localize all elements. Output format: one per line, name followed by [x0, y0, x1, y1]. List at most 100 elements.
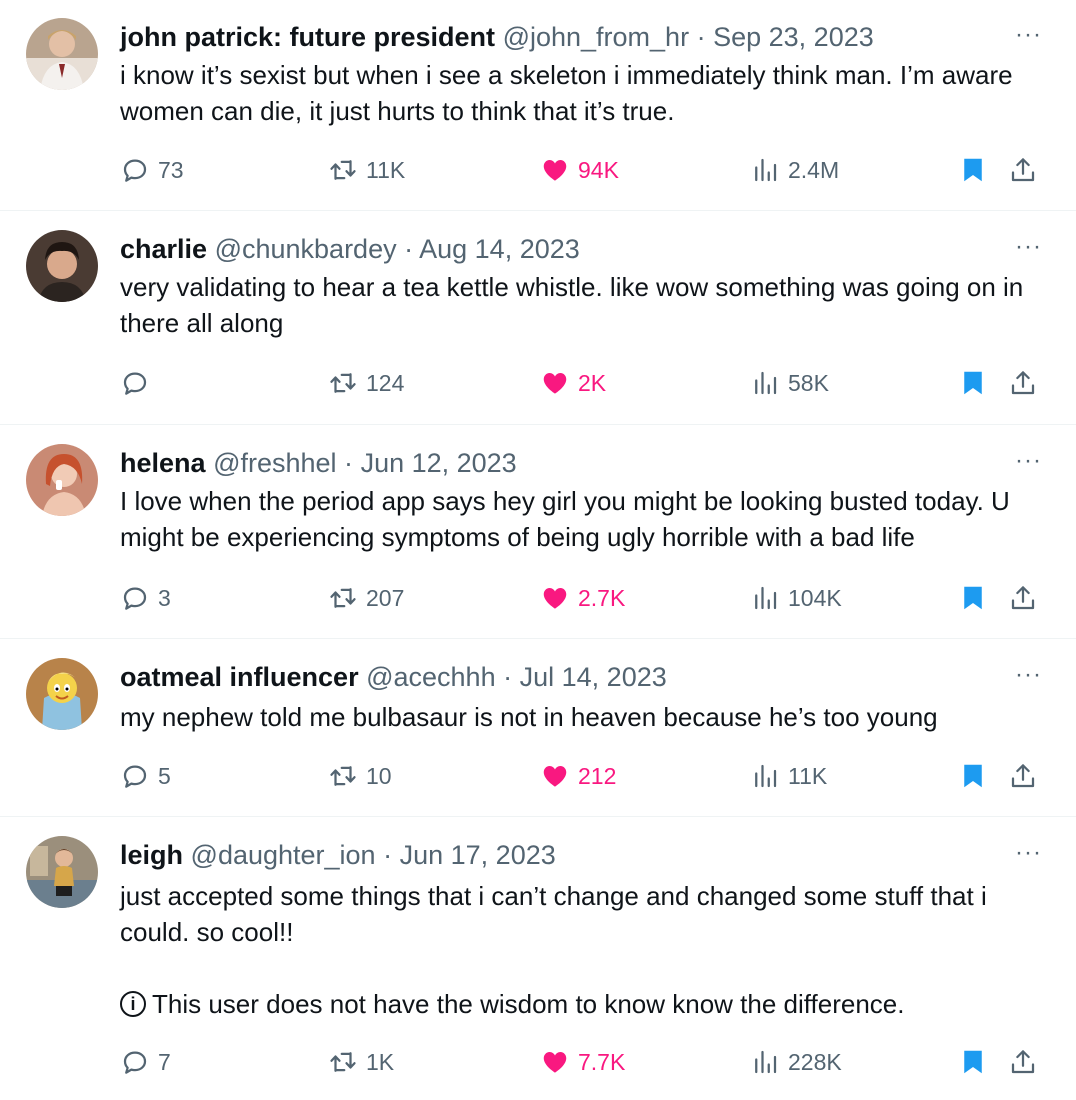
bookmark-filled-icon [964, 158, 982, 182]
share-button[interactable] [1008, 1044, 1038, 1080]
share-upload-icon [1011, 586, 1035, 610]
more-dots-icon[interactable]: ··· [1015, 660, 1042, 690]
tweet-actions: 3 207 2.7K 104K [120, 580, 1046, 616]
view-count: 2.4M [788, 156, 840, 183]
tweet[interactable]: john patrick: future president @john_fro… [0, 0, 1076, 211]
retweet-button[interactable]: 1K [328, 1044, 394, 1080]
reply-button[interactable]: 3 [120, 580, 171, 616]
views-button[interactable]: 2.4M [750, 152, 839, 188]
bookmark-button[interactable] [958, 758, 988, 794]
like-button[interactable]: 2.7K [540, 580, 625, 616]
retweet-arrows-icon [330, 160, 356, 180]
reply-button[interactable] [120, 365, 158, 401]
like-button[interactable]: 7.7K [540, 1044, 625, 1080]
share-upload-icon [1011, 1050, 1035, 1074]
avatar[interactable] [26, 230, 98, 302]
reply-count: 5 [158, 762, 171, 789]
more-dots-icon[interactable]: ··· [1015, 20, 1042, 50]
avatar[interactable] [26, 658, 98, 730]
tweet[interactable]: helena @freshhel · Jun 12, 2023 ··· I lo… [0, 426, 1076, 639]
tweet-body: very validating to hear a tea kettle whi… [120, 272, 1031, 338]
separator-dot: · [696, 22, 706, 52]
avatar[interactable] [26, 18, 98, 90]
tweet-body: my nephew told me bulbasaur is not in he… [120, 702, 938, 732]
bookmark-filled-icon [964, 764, 982, 788]
tweet-body: just accepted some things that i can’t c… [120, 881, 994, 947]
retweet-arrows-icon [330, 373, 356, 393]
views-button[interactable]: 58K [750, 365, 829, 401]
retweet-button[interactable]: 124 [328, 365, 404, 401]
avatar[interactable] [26, 444, 98, 516]
like-button[interactable]: 2K [540, 365, 606, 401]
timeline-feed: john patrick: future president @john_fro… [0, 0, 1076, 1100]
like-button[interactable]: 212 [540, 758, 616, 794]
retweet-count: 207 [366, 584, 405, 611]
like-count: 94K [578, 156, 619, 183]
heart-filled-icon [543, 766, 567, 787]
tweet-text: i know it’s sexist but when i see a skel… [120, 57, 1046, 129]
like-button[interactable]: 94K [540, 152, 619, 188]
views-button[interactable]: 228K [750, 1044, 842, 1080]
speech-bubble-icon [123, 1051, 147, 1074]
share-button[interactable] [1008, 580, 1038, 616]
tweet[interactable]: charlie @chunkbardey · Aug 14, 2023 ··· … [0, 212, 1076, 425]
display-name[interactable]: leigh [120, 840, 183, 870]
bookmark-button[interactable] [958, 365, 988, 401]
share-button[interactable] [1008, 152, 1038, 188]
retweet-arrows-icon [330, 1052, 356, 1072]
tweet[interactable]: oatmeal influencer @acechhh · Jul 14, 20… [0, 640, 1076, 817]
retweet-button[interactable]: 10 [328, 758, 392, 794]
display-name[interactable]: helena [120, 448, 206, 478]
separator-dot: · [503, 662, 513, 692]
view-count: 104K [788, 584, 842, 611]
separator-dot: · [383, 840, 393, 870]
display-name[interactable]: john patrick: future president [120, 22, 495, 52]
like-count: 7.7K [578, 1048, 626, 1075]
tweet-actions: 7 1K 7.7K 228K [120, 1044, 1046, 1080]
bookmark-button[interactable] [958, 152, 988, 188]
reply-button[interactable]: 5 [120, 758, 171, 794]
retweet-button[interactable]: 11K [328, 152, 405, 188]
retweet-button[interactable]: 207 [328, 580, 404, 616]
more-dots-icon[interactable]: ··· [1015, 446, 1042, 476]
retweet-arrows-icon [330, 766, 356, 786]
tweet-date[interactable]: Jun 17, 2023 [400, 840, 556, 870]
tweet-text: very validating to hear a tea kettle whi… [120, 269, 1046, 341]
share-button[interactable] [1008, 365, 1038, 401]
bookmark-button[interactable] [958, 1044, 988, 1080]
display-name[interactable]: oatmeal influencer [120, 662, 359, 692]
tweet-date[interactable]: Aug 14, 2023 [419, 234, 580, 264]
user-handle[interactable]: @acechhh [366, 662, 496, 692]
tweet-header: leigh @daughter_ion · Jun 17, 2023 [120, 838, 1016, 872]
avatar[interactable] [26, 836, 98, 908]
user-handle[interactable]: @chunkbardey [215, 234, 397, 264]
share-button[interactable] [1008, 758, 1038, 794]
tweet-actions: 5 10 212 11K [120, 758, 1046, 794]
bookmark-filled-icon [964, 1050, 982, 1074]
tweet-date[interactable]: Jun 12, 2023 [361, 448, 517, 478]
views-button[interactable]: 104K [750, 580, 842, 616]
user-handle[interactable]: @freshhel [213, 448, 336, 478]
view-count: 58K [788, 369, 829, 396]
bookmark-button[interactable] [958, 580, 988, 616]
bar-chart-icon [755, 1050, 777, 1074]
display-name[interactable]: charlie [120, 234, 207, 264]
tweet[interactable]: leigh @daughter_ion · Jun 17, 2023 ··· j… [0, 818, 1076, 1100]
reply-count: 3 [158, 584, 171, 611]
reply-button[interactable]: 7 [120, 1044, 171, 1080]
note-text: This user does not have the wisdom to kn… [152, 989, 905, 1019]
heart-filled-icon [543, 588, 567, 609]
view-count: 11K [788, 762, 828, 789]
bookmark-filled-icon [964, 586, 982, 610]
user-handle[interactable]: @daughter_ion [191, 840, 376, 870]
tweet-text: just accepted some things that i can’t c… [120, 878, 1046, 1022]
views-button[interactable]: 11K [750, 758, 827, 794]
more-dots-icon[interactable]: ··· [1015, 838, 1042, 868]
user-handle[interactable]: @john_from_hr [503, 22, 690, 52]
tweet-date[interactable]: Jul 14, 2023 [520, 662, 667, 692]
retweet-count: 11K [366, 156, 406, 183]
more-dots-icon[interactable]: ··· [1015, 232, 1042, 262]
tweet-header: charlie @chunkbardey · Aug 14, 2023 [120, 232, 1016, 266]
reply-button[interactable]: 73 [120, 152, 184, 188]
tweet-date[interactable]: Sep 23, 2023 [713, 22, 874, 52]
